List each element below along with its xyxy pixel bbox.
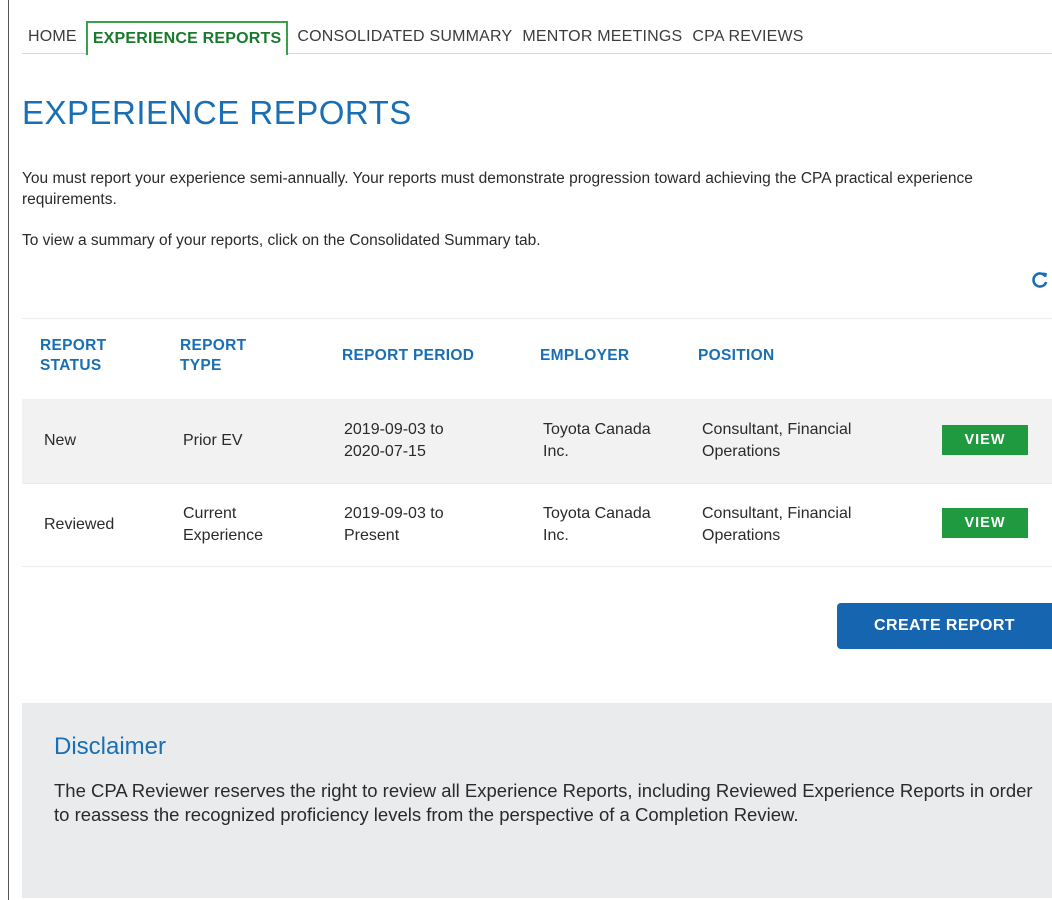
table-header: REPORT STATUS REPORT TYPE REPORT PERIOD …: [22, 336, 1052, 386]
header-report-status: REPORT STATUS: [40, 337, 107, 374]
cell-period: 2019-09-03 to 2020-07-15: [344, 421, 444, 460]
page-title: EXPERIENCE REPORTS: [22, 94, 412, 131]
create-report-button[interactable]: CREATE REPORT: [837, 603, 1052, 649]
table-divider: [22, 318, 1052, 319]
header-employer: EMPLOYER: [540, 347, 630, 364]
cell-status: Reviewed: [44, 516, 115, 533]
refresh-icon[interactable]: [1030, 270, 1050, 290]
tab-experience-reports[interactable]: EXPERIENCE REPORTS: [85, 20, 289, 55]
disclaimer-text: The CPA Reviewer reserves the right to r…: [54, 780, 1033, 825]
header-report-type: REPORT TYPE: [180, 337, 247, 374]
refresh-icon-glyph: [1032, 272, 1048, 288]
cell-position: Consultant, Financial Operations: [702, 421, 852, 460]
cell-position: Consultant, Financial Operations: [702, 505, 852, 544]
disclaimer-title: Disclaimer: [54, 733, 167, 760]
tab-home[interactable]: HOME: [22, 20, 82, 54]
window-left-border: [8, 0, 9, 900]
cell-status: New: [44, 432, 77, 449]
view-button[interactable]: VIEW: [942, 425, 1028, 455]
cell-type: Prior EV: [183, 432, 243, 449]
disclaimer-panel: Disclaimer The CPA Reviewer reserves the…: [22, 703, 1052, 898]
tab-mentor-meetings[interactable]: MENTOR MEETINGS: [517, 20, 687, 54]
header-report-period: REPORT PERIOD: [342, 347, 475, 364]
table-row: Reviewed Current Experience 2019-09-03 t…: [22, 483, 1052, 567]
intro-text: You must report your experience semi-ann…: [22, 170, 973, 208]
view-button[interactable]: VIEW: [942, 508, 1028, 538]
header-position: POSITION: [698, 347, 775, 364]
cell-type: Current Experience: [183, 505, 264, 544]
cell-employer: Toyota Canada Inc.: [543, 421, 651, 460]
top-nav: HOME EXPERIENCE REPORTS CONSOLIDATED SUM…: [22, 20, 1052, 55]
cell-period: 2019-09-03 to Present: [344, 505, 444, 544]
tab-cpa-reviews[interactable]: CPA REVIEWS: [687, 20, 808, 54]
summary-hint-text: To view a summary of your reports, click…: [22, 232, 541, 249]
row-divider: [22, 566, 1052, 567]
tab-consolidated-summary[interactable]: CONSOLIDATED SUMMARY: [292, 20, 517, 54]
table-row: New Prior EV 2019-09-03 to 2020-07-15 To…: [22, 399, 1052, 483]
cell-employer: Toyota Canada Inc.: [543, 505, 651, 544]
